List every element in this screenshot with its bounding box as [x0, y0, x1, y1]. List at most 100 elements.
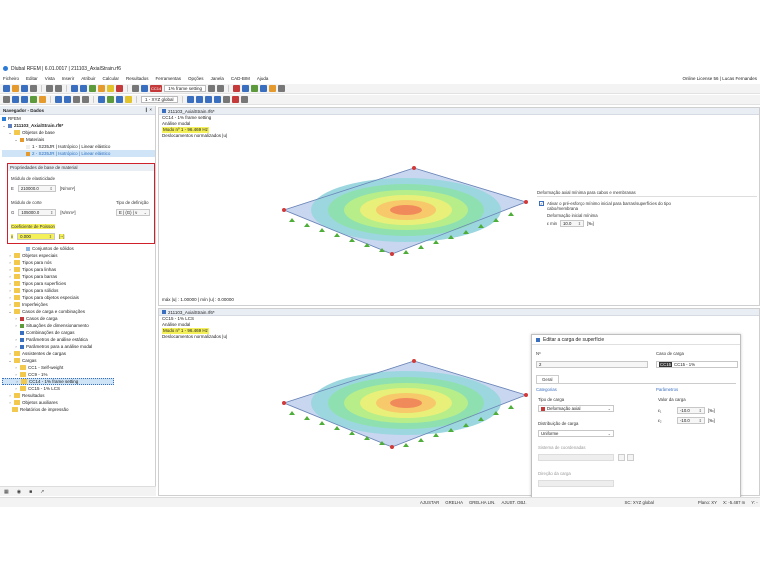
snap-icon[interactable]: [116, 96, 123, 103]
shear-modulus-input[interactable]: 105000.0 ⇕: [18, 209, 57, 216]
data-tab-icon[interactable]: ▦: [4, 489, 9, 495]
views-tab-icon[interactable]: ■: [29, 489, 32, 495]
chevron-down-icon[interactable]: ⌄: [608, 431, 611, 436]
collapse-arrow-icon[interactable]: ›: [8, 392, 12, 399]
settings-icon[interactable]: [278, 85, 285, 92]
tree-item-imperfections[interactable]: › Imperfeições: [2, 301, 154, 308]
display-tab-icon[interactable]: ◉: [17, 489, 21, 495]
tree-item-modal-params[interactable]: › Parâmetros para a análise modal: [2, 343, 154, 350]
elastic-modulus-input[interactable]: 210000.0 ⇕: [17, 185, 56, 192]
tree-item-lc1[interactable]: › CC1 - Self-weight: [2, 364, 154, 371]
navigator-icon[interactable]: [80, 85, 87, 92]
menu-item-tools[interactable]: Ferramentas: [156, 76, 182, 81]
collapse-arrow-icon[interactable]: ›: [8, 294, 12, 301]
collapse-arrow-icon[interactable]: ›: [14, 315, 18, 322]
view-z-icon[interactable]: [213, 96, 221, 103]
collapse-arrow-icon[interactable]: ›: [8, 280, 12, 287]
menu-item-view[interactable]: Vista: [45, 76, 55, 81]
tree-item-load-combinations[interactable]: Combinações de cargas: [2, 329, 154, 336]
tree-item-load-wizards[interactable]: › Assistentes de cargas: [2, 350, 154, 357]
open-file-icon[interactable]: [12, 85, 19, 92]
tree-item-solid-types[interactable]: › Tipos para sólidos: [2, 287, 154, 294]
strain-e1-input[interactable]: -10.0 ⇕: [677, 407, 705, 414]
collapse-arrow-icon[interactable]: ›: [8, 287, 12, 294]
print-icon[interactable]: [30, 85, 37, 92]
tree-item-material-2[interactable]: 2 - S235JR | Isotrópico | Linear elástic…: [2, 150, 155, 157]
spinner-icon[interactable]: ⇕: [699, 418, 702, 423]
undo-icon[interactable]: [46, 85, 53, 92]
spinner-icon[interactable]: ⇕: [49, 234, 52, 239]
zoom-icon[interactable]: [222, 96, 230, 103]
tree-item-load-cases[interactable]: › Casos de carga: [2, 315, 154, 322]
view-iso-icon[interactable]: [186, 96, 194, 103]
mirror-icon[interactable]: [82, 96, 89, 103]
tree-item-lc15[interactable]: › CC15 - 1% LCS: [2, 385, 154, 392]
collapse-arrow-icon[interactable]: ›: [14, 336, 18, 343]
guide-icon[interactable]: [107, 96, 114, 103]
status-snap[interactable]: AJUSTAR: [420, 500, 439, 505]
tree-item-special-objects[interactable]: › Objetos especiais: [2, 252, 154, 259]
poisson-ratio-input[interactable]: 0.000 ⇕: [17, 233, 56, 240]
tree-item-line-types[interactable]: › Tipos para linhas: [2, 266, 154, 273]
distribution-select[interactable]: Uniforme ⌄: [538, 430, 614, 437]
filter-icon[interactable]: [141, 85, 148, 92]
tree-item-aux-objects[interactable]: › Objetos auxiliares: [2, 399, 154, 406]
member-draw-icon[interactable]: [30, 96, 37, 103]
view-tab-top[interactable]: 211103_AxialStrain.rf6*: [159, 108, 759, 115]
spinner-icon[interactable]: ⇕: [578, 221, 581, 226]
status-object-snap[interactable]: AJUST. OBJ.: [501, 500, 526, 505]
redo-icon[interactable]: [55, 85, 62, 92]
view-x-icon[interactable]: [195, 96, 203, 103]
menu-item-help[interactable]: Ajuda: [257, 76, 269, 81]
view-y-icon[interactable]: [204, 96, 212, 103]
tree-item-member-types[interactable]: › Tipos para barras: [2, 273, 154, 280]
collapse-arrow-icon[interactable]: ›: [8, 259, 12, 266]
spinner-icon[interactable]: ⇕: [50, 186, 53, 191]
strain-e2-input[interactable]: -10.0 ⇕: [677, 417, 705, 424]
line-icon[interactable]: [21, 96, 28, 103]
tree-item-lc14[interactable]: › CC14 - 1% frame setting: [2, 378, 114, 385]
expand-arrow-icon[interactable]: ⌄: [8, 357, 12, 364]
model-icon[interactable]: [89, 85, 96, 92]
tree-item-rfem[interactable]: RFEM: [2, 115, 155, 122]
minimum-strain-input[interactable]: 10.0 ⇕: [560, 220, 585, 227]
rotate-icon[interactable]: [73, 96, 80, 103]
load-direction-select[interactable]: [538, 480, 614, 487]
status-grid[interactable]: GRELHA: [445, 500, 463, 505]
number-input[interactable]: 2: [536, 361, 648, 368]
deformation-icon[interactable]: [260, 85, 267, 92]
tree-item-materials[interactable]: ⌄ Materiais: [2, 136, 155, 143]
tree-item-print-reports[interactable]: Relatórios de impressão: [2, 406, 154, 413]
collapse-arrow-icon[interactable]: ›: [8, 301, 12, 308]
collapse-arrow-icon[interactable]: ›: [8, 399, 12, 406]
tree-item-base-objects[interactable]: ⌄ Objetos de base: [2, 129, 155, 136]
menu-item-assign[interactable]: Atribuir: [81, 76, 95, 81]
render-icon[interactable]: [240, 96, 248, 103]
surface-draw-icon[interactable]: [39, 96, 46, 103]
member-icon[interactable]: [242, 85, 249, 92]
menu-item-insert[interactable]: Inserir: [62, 76, 75, 81]
expand-arrow-icon[interactable]: ⌄: [8, 308, 12, 315]
collapse-arrow-icon[interactable]: ›: [14, 343, 18, 350]
edit-coordinate-system-icon[interactable]: [618, 454, 625, 461]
menu-item-file[interactable]: Ficheiro: [3, 76, 19, 81]
previous-icon[interactable]: [208, 85, 215, 92]
tree-item-loads[interactable]: ⌄ Cargas: [2, 357, 154, 364]
tree-item-static-params[interactable]: › Parâmetros de análise estática: [2, 336, 154, 343]
tree-item-surface-types[interactable]: › Tipos para superfícies: [2, 280, 154, 287]
tree-item-design-situations[interactable]: › Situações de dimensionamento: [2, 322, 154, 329]
check-icon[interactable]: [116, 85, 123, 92]
navigator-controls[interactable]: ❙ ×: [144, 107, 152, 113]
collapse-arrow-icon[interactable]: ›: [14, 364, 18, 371]
tree-item-node-types[interactable]: › Tipos para nós: [2, 259, 154, 266]
support-icon[interactable]: [233, 85, 240, 92]
load-case-select[interactable]: 1% frame setting: [164, 85, 206, 92]
next-icon[interactable]: [217, 85, 224, 92]
move-icon[interactable]: [64, 96, 71, 103]
menu-item-results[interactable]: Resultados: [126, 76, 149, 81]
chevron-down-icon[interactable]: ⌄: [144, 210, 147, 215]
copy-icon[interactable]: [55, 96, 62, 103]
expand-arrow-icon[interactable]: ⌄: [8, 129, 12, 136]
coordinate-system-select[interactable]: [538, 454, 614, 461]
menu-item-edit[interactable]: Editar: [26, 76, 38, 81]
